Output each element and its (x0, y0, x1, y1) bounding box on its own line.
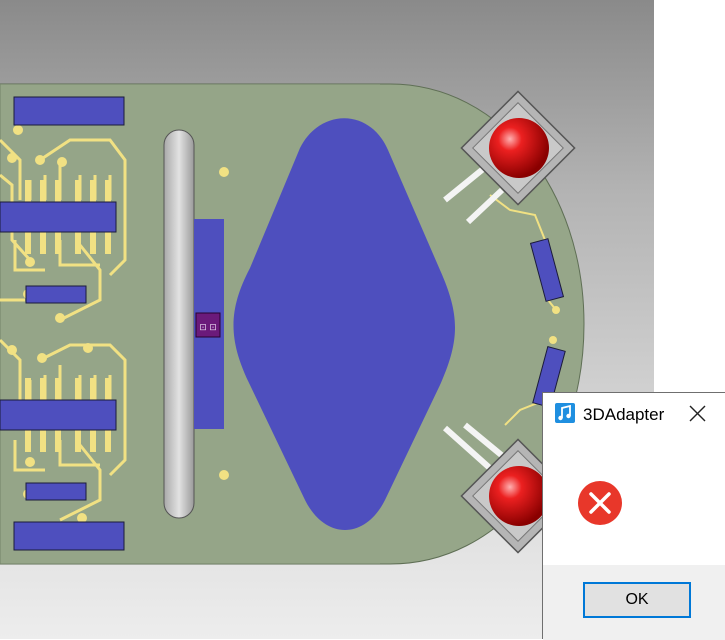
dialog-footer: OK (543, 565, 725, 640)
close-button[interactable] (681, 399, 713, 429)
close-icon (689, 405, 706, 422)
dialog-titlebar[interactable]: 3DAdapter (543, 393, 725, 433)
board-slot (163, 129, 195, 519)
music-note-app-icon (555, 403, 575, 423)
error-icon (578, 481, 622, 525)
ok-button[interactable]: OK (583, 582, 691, 618)
dialog-title: 3DAdapter (583, 405, 665, 424)
error-dialog: 3DAdapter OK (542, 392, 725, 640)
dialog-body (543, 433, 725, 573)
component-marking: ⊡ ⊡ (199, 322, 217, 332)
